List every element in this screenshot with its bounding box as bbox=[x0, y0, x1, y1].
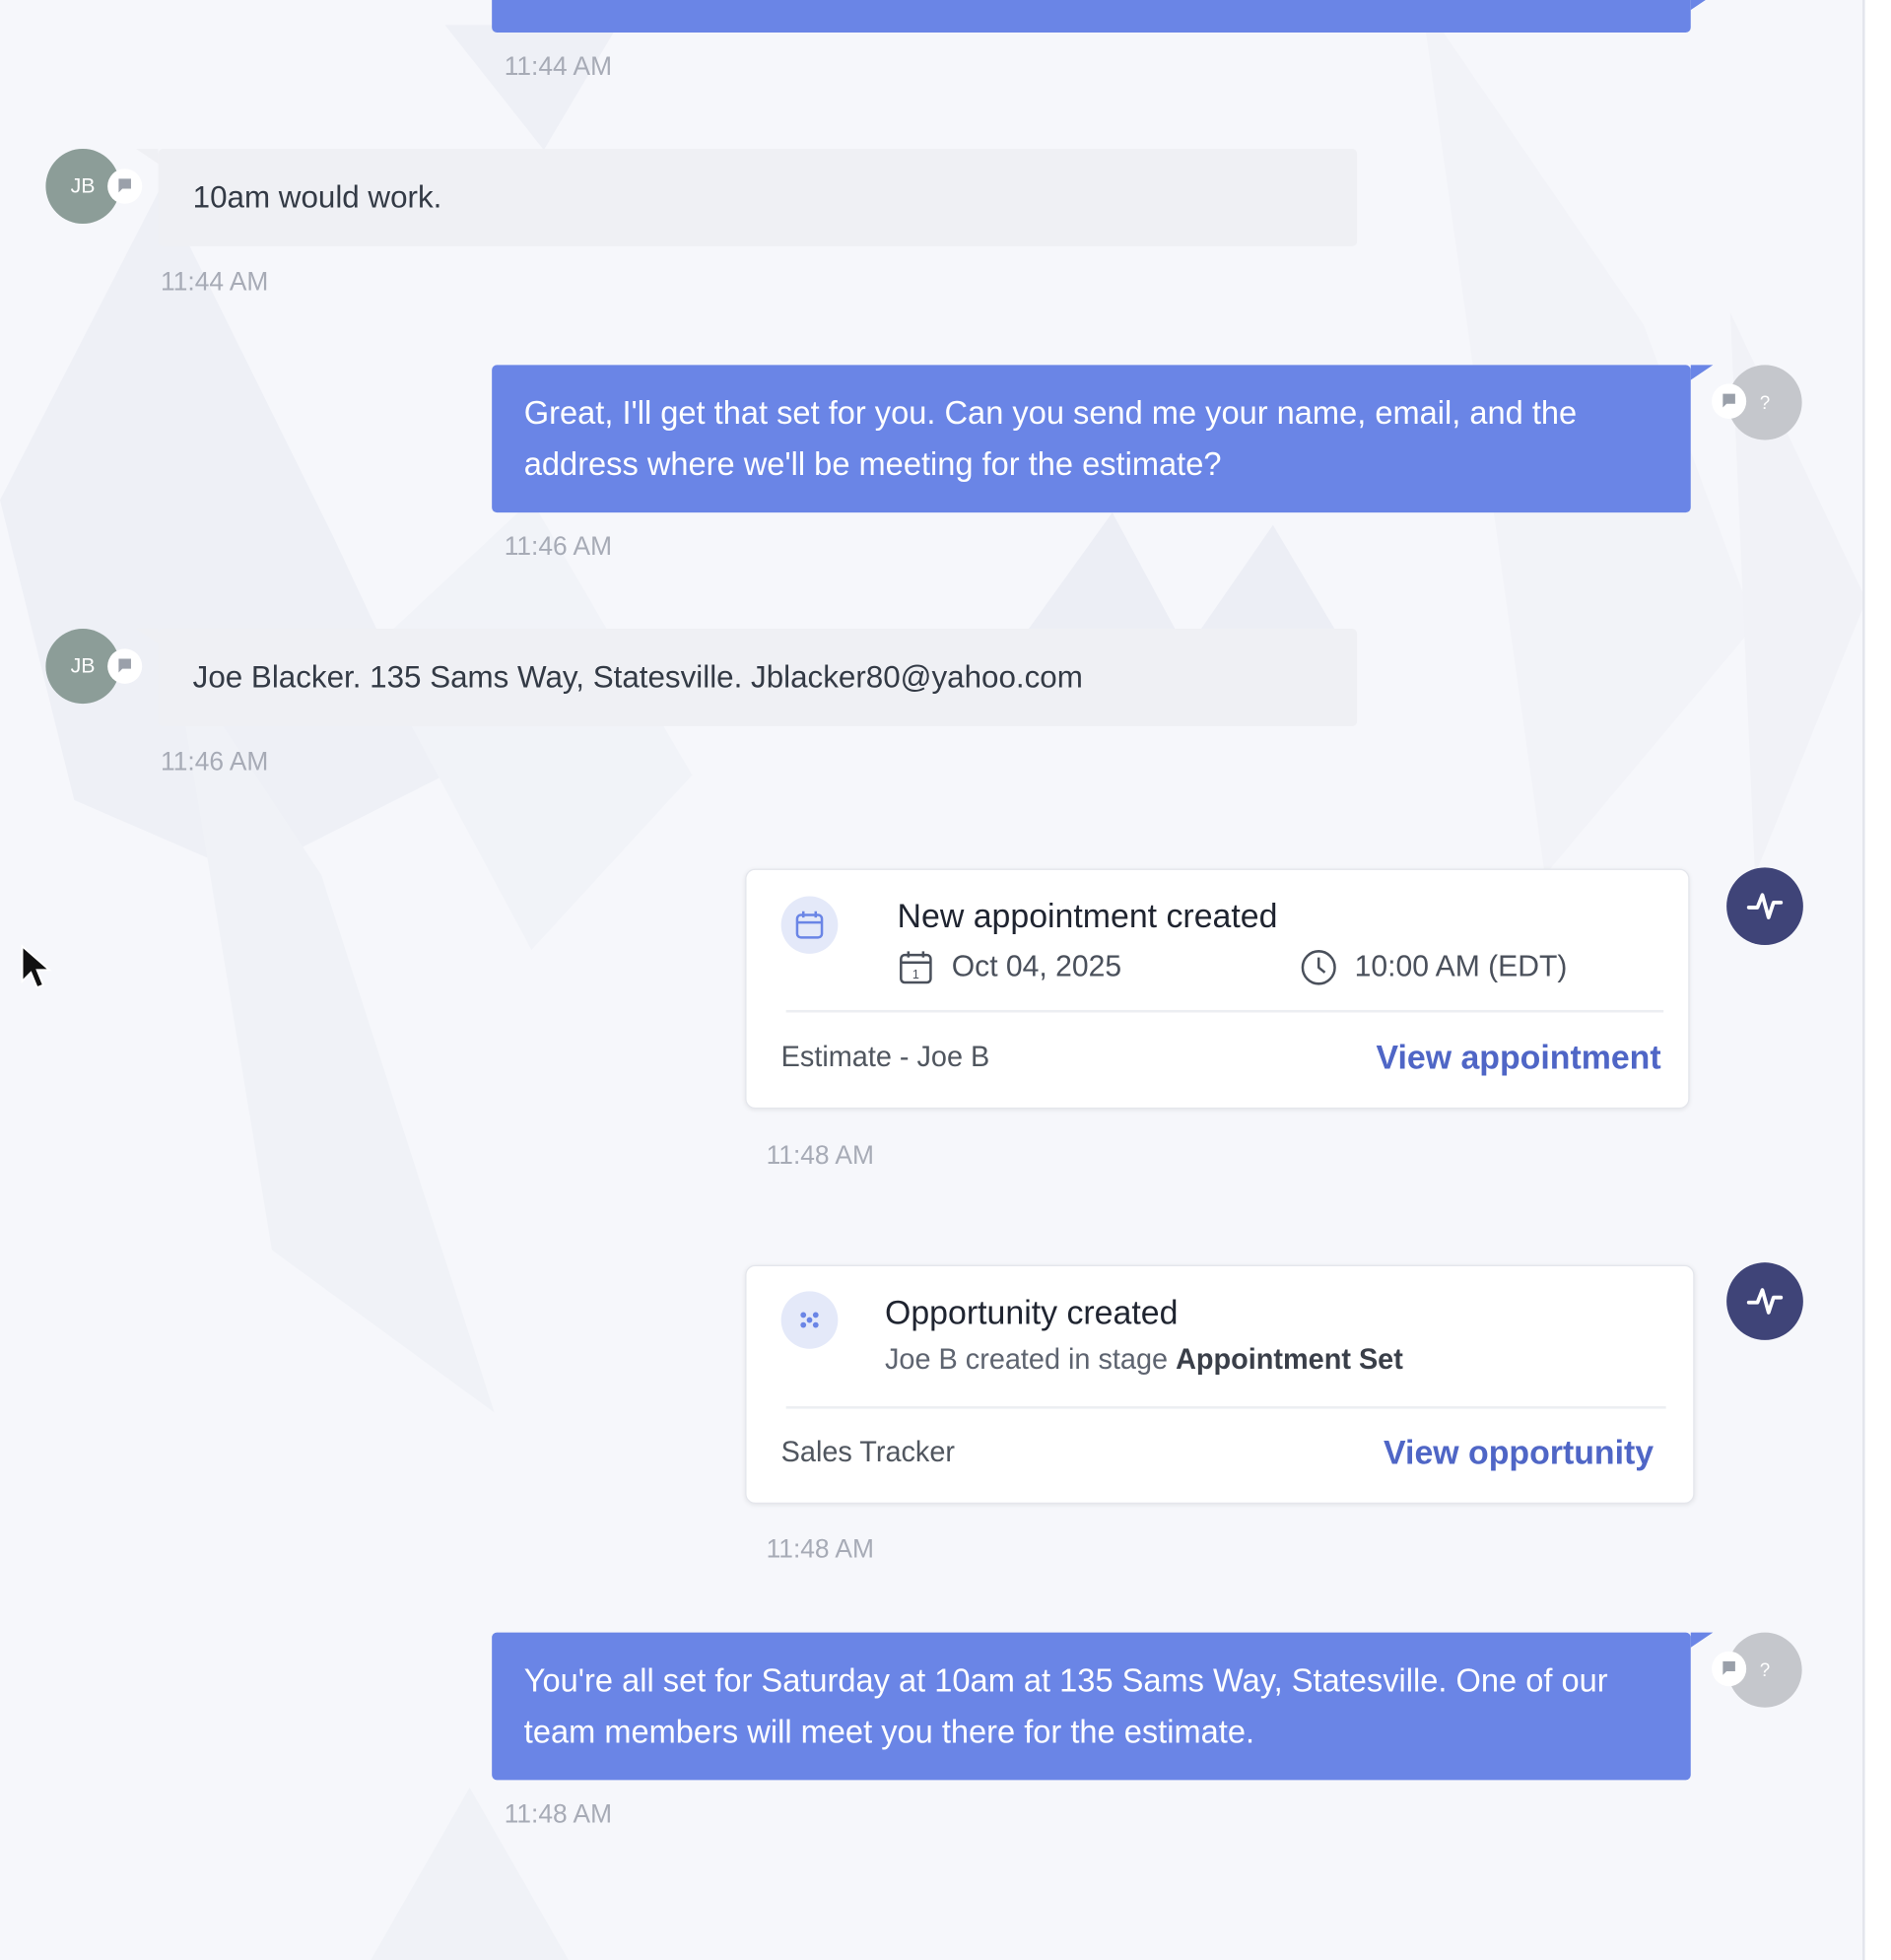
opportunity-icon bbox=[780, 1291, 839, 1349]
card-footer-label: Sales Tracker bbox=[780, 1435, 956, 1468]
card-title: New appointment created bbox=[897, 897, 1278, 935]
appointment-date: 1 Oct 04, 2025 bbox=[898, 949, 1122, 986]
message-timestamp: 11:48 AM bbox=[504, 1799, 613, 1829]
opportunity-card: Opportunity created Joe B created in sta… bbox=[745, 1264, 1695, 1505]
outgoing-message-bubble: Great, I'll get that set for you. Can yo… bbox=[492, 365, 1714, 513]
calendar-icon: 1 bbox=[900, 951, 932, 984]
avatar-initials: JB bbox=[70, 653, 96, 678]
opportunity-stage-prefix: Joe B created in stage bbox=[885, 1342, 1169, 1376]
panel-gutter bbox=[1864, 0, 1891, 1960]
message-timestamp: 11:44 AM bbox=[161, 267, 269, 297]
conversation-view: 11:44 AM JB 10am would work. 11:44 AM Gr… bbox=[0, 0, 1891, 1960]
message-timestamp: 11:48 AM bbox=[766, 1534, 874, 1564]
appointment-card: New appointment created 1 Oct 04, 2025 1… bbox=[745, 868, 1690, 1110]
view-opportunity-link[interactable]: View opportunity bbox=[1384, 1434, 1654, 1472]
appointment-time: 10:00 AM (EDT) bbox=[1300, 949, 1567, 986]
incoming-message-bubble: 10am would work. bbox=[135, 148, 1358, 246]
activity-avatar bbox=[1726, 867, 1803, 945]
calendar-icon bbox=[780, 896, 839, 954]
avatar-initials: ? bbox=[1759, 391, 1771, 414]
view-appointment-link[interactable]: View appointment bbox=[1377, 1039, 1661, 1077]
clock-icon bbox=[1301, 950, 1336, 985]
chat-channel-icon bbox=[107, 648, 143, 684]
message-text: 10am would work. bbox=[192, 179, 442, 216]
message-timestamp: 11:46 AM bbox=[161, 747, 269, 777]
message-text: You're all set for Saturday at 10am at 1… bbox=[523, 1660, 1608, 1750]
outgoing-message-bubble bbox=[492, 0, 1714, 33]
avatar-initials: ? bbox=[1759, 1658, 1771, 1681]
activity-pulse-icon bbox=[1746, 893, 1784, 919]
message-text: Great, I'll get that set for you. Can yo… bbox=[523, 393, 1578, 483]
message-timestamp: 11:46 AM bbox=[504, 532, 613, 562]
card-title: Opportunity created bbox=[885, 1293, 1179, 1331]
message-text: Joe Blacker. 135 Sams Way, Statesville. … bbox=[192, 659, 1083, 696]
chat-channel-icon bbox=[107, 169, 143, 204]
mouse-cursor-icon bbox=[21, 944, 52, 989]
appointment-date-text: Oct 04, 2025 bbox=[951, 950, 1122, 984]
activity-avatar bbox=[1726, 1262, 1803, 1340]
appointment-time-text: 10:00 AM (EDT) bbox=[1354, 950, 1568, 984]
chat-channel-icon bbox=[1712, 1651, 1747, 1687]
card-divider bbox=[785, 1406, 1666, 1409]
incoming-message-bubble: Joe Blacker. 135 Sams Way, Statesville. … bbox=[135, 629, 1358, 726]
card-divider bbox=[785, 1009, 1664, 1013]
activity-pulse-icon bbox=[1746, 1288, 1784, 1315]
opportunity-stage-name: Appointment Set bbox=[1176, 1342, 1403, 1376]
message-timestamp: 11:44 AM bbox=[504, 52, 613, 82]
outgoing-message-bubble: You're all set for Saturday at 10am at 1… bbox=[492, 1632, 1714, 1781]
avatar-initials: JB bbox=[70, 173, 96, 198]
opportunity-stage-line: Joe B created in stage Appointment Set bbox=[885, 1342, 1403, 1376]
message-timestamp: 11:48 AM bbox=[766, 1141, 874, 1171]
svg-text:1: 1 bbox=[912, 968, 919, 981]
card-footer-label: Estimate - Joe B bbox=[780, 1040, 990, 1073]
chat-channel-icon bbox=[1712, 383, 1747, 419]
